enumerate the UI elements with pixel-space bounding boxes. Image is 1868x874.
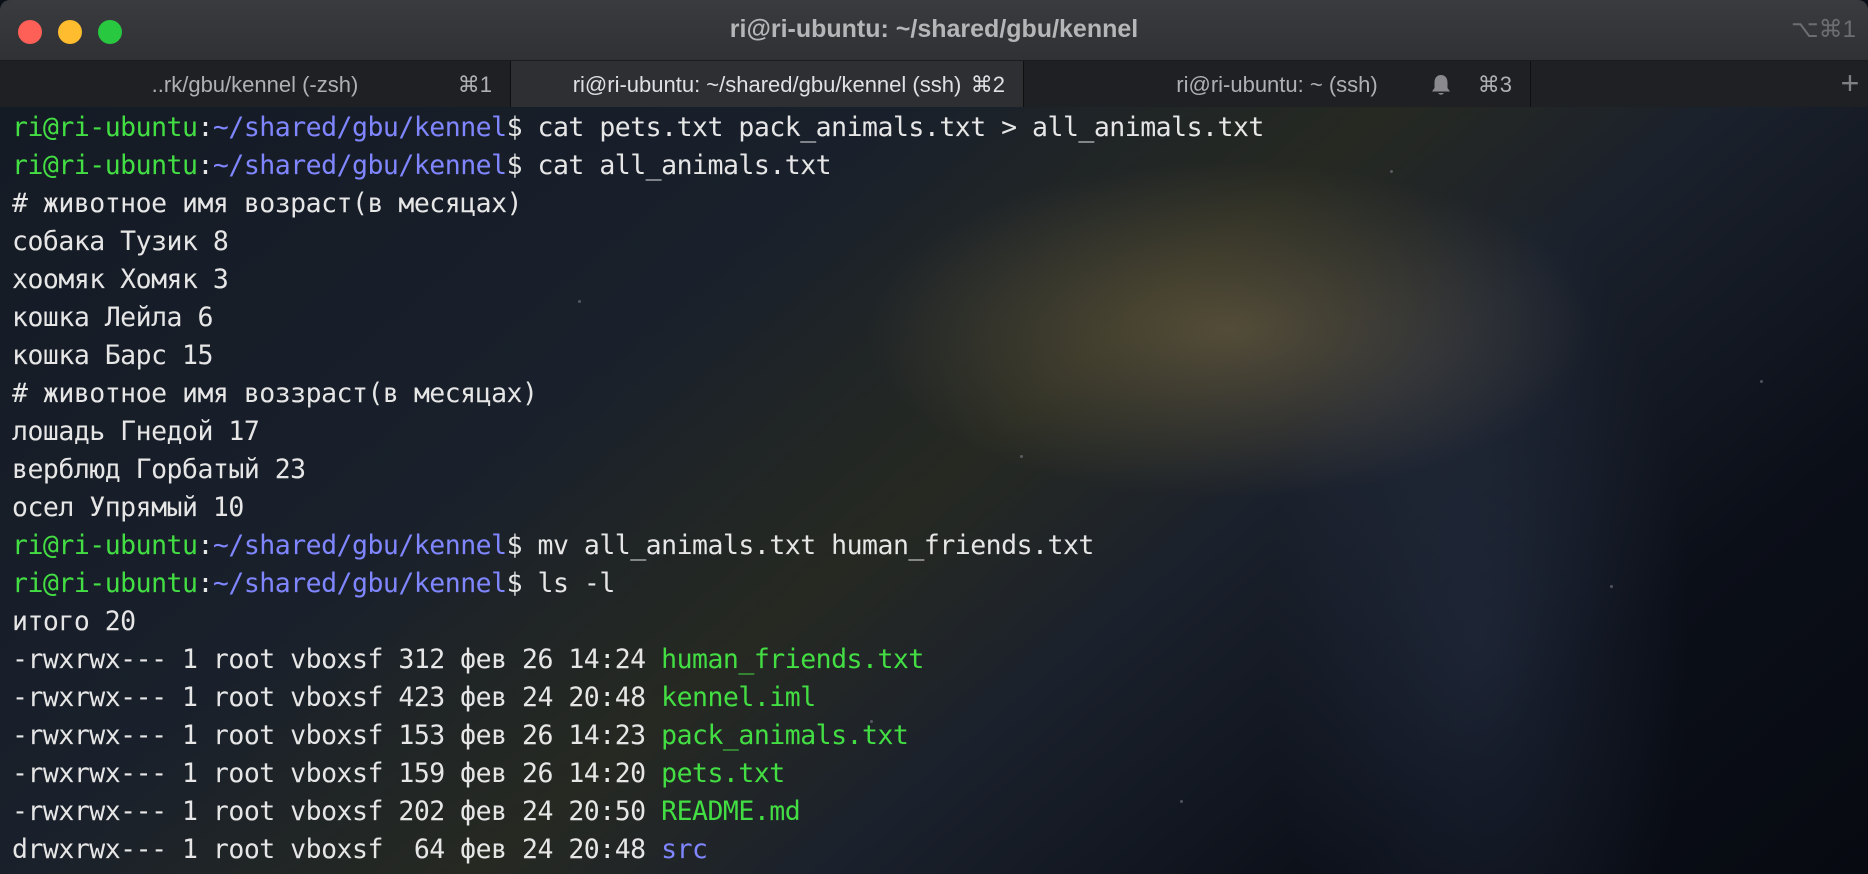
listing-row: -rwxrwx--- 1 root vboxsf 153 фев 26 14:2…	[12, 717, 1868, 755]
output-line: # животное имя воззраст(в месяцах)	[12, 378, 538, 409]
listing-name: src	[661, 834, 708, 865]
tab-shortcut: ⌘1	[457, 72, 492, 97]
command-text: cat all_animals.txt	[537, 150, 832, 181]
command-line: ri@ri-ubuntu:~/shared/gbu/kennel$ ls -l	[12, 565, 1868, 603]
output-line: хоомяк Хомяк 3	[12, 264, 229, 295]
prompt-user: ri@ri-ubuntu	[12, 150, 198, 181]
tab-zsh[interactable]: ..rk/gbu/kennel (-zsh) ⌘1	[0, 61, 511, 107]
output-line: верблюд Горбатый 23	[12, 454, 306, 485]
window-shortcut: ⌥⌘1	[1790, 16, 1856, 43]
command-text: mv all_animals.txt human_friends.txt	[537, 530, 1095, 561]
listing-meta: -rwxrwx--- 1 root vboxsf 312 фев 26 14:2…	[12, 644, 646, 675]
prompt-separator: :	[197, 568, 213, 599]
prompt-path: ~/shared/gbu/kennel	[212, 150, 507, 181]
output-line: # животное имя возраст(в месяцах)	[12, 188, 523, 219]
tab-label: ri@ri-ubuntu: ~/shared/gbu/kennel (ssh)	[572, 72, 962, 97]
listing-name: pets.txt	[661, 758, 785, 789]
tab-ssh-home[interactable]: ri@ri-ubuntu: ~ (ssh) ⌘3	[1024, 61, 1531, 107]
prompt-symbol: $	[506, 530, 523, 561]
prompt-separator: :	[197, 530, 213, 561]
terminal-window: ri@ri-ubuntu: ~/shared/gbu/kennel ⌥⌘1 ..…	[0, 0, 1868, 874]
listing-row: -rwxrwx--- 1 root vboxsf 423 фев 24 20:4…	[12, 679, 1868, 717]
prompt-symbol: $	[506, 568, 523, 599]
listing-row: -rwxrwx--- 1 root vboxsf 159 фев 26 14:2…	[12, 755, 1868, 793]
listing-name: README.md	[661, 796, 801, 827]
listing-name: pack_animals.txt	[661, 720, 909, 751]
tab-shortcut: ⌘3	[1477, 72, 1512, 97]
prompt-symbol: $	[506, 150, 523, 181]
prompt-user: ri@ri-ubuntu	[12, 530, 198, 561]
command-text: cat pets.txt pack_animals.txt > all_anim…	[537, 112, 1265, 143]
output-line: лошадь Гнедой 17	[12, 416, 260, 447]
tab-label: ..rk/gbu/kennel (-zsh)	[151, 72, 359, 97]
prompt-path: ~/shared/gbu/kennel	[212, 568, 507, 599]
new-tab-button[interactable]: +	[1832, 61, 1868, 107]
command-line: ri@ri-ubuntu:~/shared/gbu/kennel$ cat pe…	[12, 109, 1868, 147]
listing-meta: -rwxrwx--- 1 root vboxsf 153 фев 26 14:2…	[12, 720, 646, 751]
tab-ssh-kennel[interactable]: ri@ri-ubuntu: ~/shared/gbu/kennel (ssh) …	[511, 61, 1024, 107]
terminal-output[interactable]: ri@ri-ubuntu:~/shared/gbu/kennel$ cat pe…	[0, 109, 1868, 874]
listing-meta: -rwxrwx--- 1 root vboxsf 159 фев 26 14:2…	[12, 758, 646, 789]
tab-label: ri@ri-ubuntu: ~ (ssh)	[1176, 72, 1378, 97]
output-line: собака Тузик 8	[12, 226, 229, 257]
tab-bar: ..rk/gbu/kennel (-zsh) ⌘1 ri@ri-ubuntu: …	[0, 61, 1868, 107]
prompt-path: ~/shared/gbu/kennel	[212, 530, 507, 561]
command-line: ri@ri-ubuntu:~/shared/gbu/kennel$ cat al…	[12, 147, 1868, 185]
listing-row: -rwxrwx--- 1 root vboxsf 202 фев 24 20:5…	[12, 793, 1868, 831]
window-title: ri@ri-ubuntu: ~/shared/gbu/kennel	[729, 15, 1139, 43]
output-line: осел Упрямый 10	[12, 492, 244, 523]
title-bar: ri@ri-ubuntu: ~/shared/gbu/kennel ⌥⌘1	[0, 0, 1868, 61]
listing-row: -rwxrwx--- 1 root vboxsf 312 фев 26 14:2…	[12, 641, 1868, 679]
prompt-symbol: $	[506, 112, 523, 143]
prompt-user: ri@ri-ubuntu	[12, 568, 198, 599]
listing-meta: -rwxrwx--- 1 root vboxsf 202 фев 24 20:5…	[12, 796, 646, 827]
listing-row: drwxrwx--- 1 root vboxsf 64 фев 24 20:48…	[12, 831, 1868, 869]
bell-icon	[1432, 75, 1450, 95]
prompt-separator: :	[197, 112, 213, 143]
command-line: ri@ri-ubuntu:~/shared/gbu/kennel$ mv all…	[12, 527, 1868, 565]
tab-shortcut: ⌘2	[970, 72, 1005, 97]
output-line: кошка Лейла 6	[12, 302, 213, 333]
output-line: кошка Барс 15	[12, 340, 213, 371]
prompt-path: ~/shared/gbu/kennel	[212, 112, 507, 143]
prompt-separator: :	[197, 150, 213, 181]
output-line: итого 20	[12, 606, 136, 637]
listing-meta: -rwxrwx--- 1 root vboxsf 423 фев 24 20:4…	[12, 682, 646, 713]
listing-name: kennel.iml	[661, 682, 816, 713]
listing-name: human_friends.txt	[661, 644, 924, 675]
command-text: ls -l	[537, 568, 616, 599]
listing-meta: drwxrwx--- 1 root vboxsf 64 фев 24 20:48	[12, 834, 646, 865]
prompt-user: ri@ri-ubuntu	[12, 112, 198, 143]
